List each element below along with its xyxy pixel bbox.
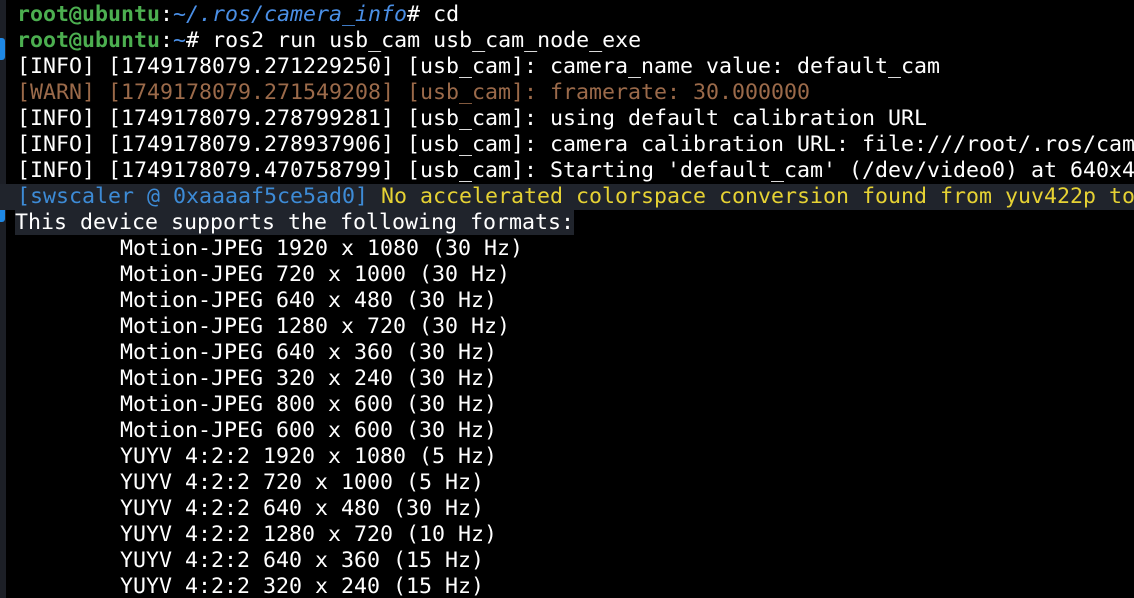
terminal-window[interactable]: root@ubuntu:~/.ros/camera_info# cd root@…: [0, 0, 1134, 598]
dock-edge: [0, 0, 6, 598]
swscaler-message: No accelerated colorspace conversion fou…: [368, 184, 1134, 209]
format-line: YUYV 4:2:2 720 x 1000 (5 Hz): [120, 470, 485, 495]
format-line: YUYV 4:2:2 640 x 480 (30 Hz): [120, 496, 485, 521]
swscaler-warning-line: [swscaler @ 0xaaaaf5ce5ad0] No accelerat…: [0, 184, 1134, 210]
command-text: ros2 run usb_cam usb_cam_node_exe: [212, 28, 642, 53]
dock-active-indicator: [0, 38, 5, 60]
log-line-info: [INFO] [1749178079.278799281] [usb_cam]:…: [17, 106, 928, 131]
prompt-user: root@ubuntu: [17, 28, 161, 53]
prompt-path: ~/.ros/camera_info: [173, 2, 408, 27]
format-line: YUYV 4:2:2 640 x 360 (15 Hz): [120, 548, 485, 573]
log-line-info: [INFO] [1749178079.278937906] [usb_cam]:…: [17, 132, 1134, 157]
formats-header: This device supports the following forma…: [15, 210, 575, 235]
formats-header-line: This device supports the following forma…: [15, 210, 1134, 236]
prompt-colon: :: [160, 28, 174, 53]
format-line: Motion-JPEG 640 x 480 (30 Hz): [120, 288, 498, 313]
format-line: Motion-JPEG 800 x 600 (30 Hz): [120, 392, 498, 417]
log-line-warn: [WARN] [1749178079.271549208] [usb_cam]:…: [17, 80, 811, 105]
terminal-output: root@ubuntu:~/.ros/camera_info# cd root@…: [0, 2, 1134, 598]
prompt-path: ~: [173, 28, 187, 53]
prompt-colon: :: [160, 2, 174, 27]
log-line-info: [INFO] [1749178079.470758799] [usb_cam]:…: [17, 158, 1134, 183]
format-line: Motion-JPEG 1280 x 720 (30 Hz): [120, 314, 511, 339]
prompt-line: root@ubuntu:~# ros2 run usb_cam usb_cam_…: [17, 28, 1134, 54]
format-line: Motion-JPEG 600 x 600 (30 Hz): [120, 418, 498, 443]
format-line: Motion-JPEG 720 x 1000 (30 Hz): [120, 262, 511, 287]
prompt-hash: #: [186, 28, 213, 53]
format-line: YUYV 4:2:2 1280 x 720 (10 Hz): [120, 522, 498, 547]
format-line: Motion-JPEG 640 x 360 (30 Hz): [120, 340, 498, 365]
prompt-user: root@ubuntu: [17, 2, 161, 27]
swscaler-tag: [swscaler @ 0xaaaaf5ce5ad0]: [17, 184, 369, 209]
format-line: YUYV 4:2:2 1920 x 1080 (5 Hz): [120, 444, 498, 469]
log-line-info: [INFO] [1749178079.271229250] [usb_cam]:…: [17, 54, 941, 79]
format-line: Motion-JPEG 320 x 240 (30 Hz): [120, 366, 498, 391]
format-line: Motion-JPEG 1920 x 1080 (30 Hz): [120, 236, 524, 261]
format-line: YUYV 4:2:2 320 x 240 (15 Hz): [120, 574, 485, 598]
prompt-hash: #: [407, 2, 434, 27]
prompt-line: root@ubuntu:~/.ros/camera_info# cd: [17, 2, 1134, 28]
command-text: cd: [433, 2, 460, 27]
